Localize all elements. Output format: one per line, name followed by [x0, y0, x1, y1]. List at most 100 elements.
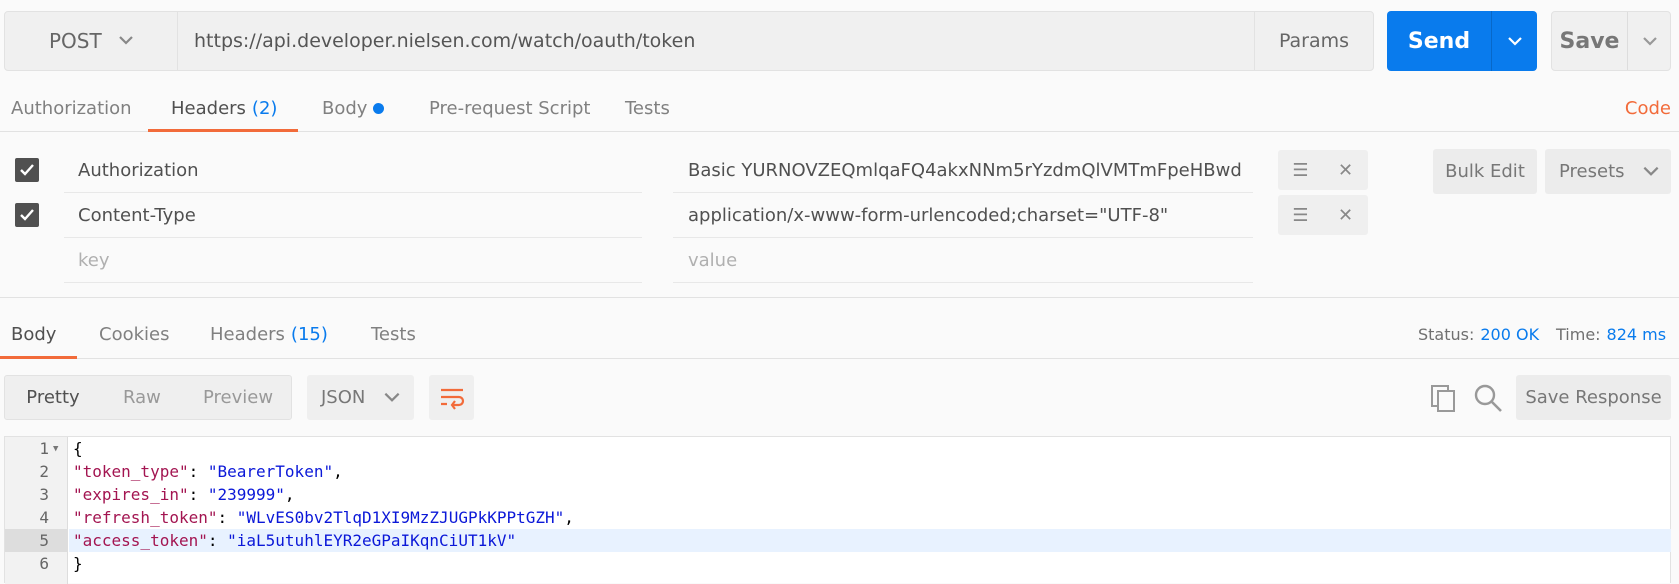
header-key-field[interactable]: Authorization	[64, 148, 642, 193]
new-header-value-input[interactable]: value	[673, 238, 1253, 283]
code-line: "expires_in": "239999",	[73, 485, 295, 504]
body-modified-dot	[373, 102, 385, 114]
time-readout: Time: 824 ms	[1556, 310, 1666, 358]
copy-icon[interactable]	[1428, 382, 1458, 412]
save-button-group: Save	[1551, 11, 1671, 71]
line-number: 3	[39, 485, 49, 504]
tab-authorization[interactable]: Authorization	[11, 84, 132, 132]
header-value: application/x-www-form-urlencoded;charse…	[688, 204, 1169, 226]
url-input[interactable]: https://api.developer.nielsen.com/watch/…	[178, 11, 1254, 71]
code-link[interactable]: Code	[1625, 84, 1671, 132]
active-tab-indicator	[0, 356, 77, 359]
chevron-down-icon	[384, 392, 400, 402]
chevron-down-icon	[119, 36, 133, 45]
tab-pre-request-script[interactable]: Pre-request Script	[429, 84, 590, 132]
line-number: 4	[39, 508, 49, 527]
header-value: Basic YURNOVZEQmlqaFQ4akxNNm5rYzdmQlVMTm…	[688, 159, 1242, 181]
tab-label: Tests	[371, 323, 416, 345]
line-number: 5	[5, 529, 68, 552]
tab-body[interactable]: Body	[322, 84, 385, 132]
time-value: 824 ms	[1606, 324, 1667, 344]
line-number: 1 ▼	[39, 439, 59, 458]
key-placeholder: key	[78, 249, 110, 271]
section-divider	[0, 297, 1679, 298]
header-count: (2)	[251, 97, 278, 119]
chevron-down-icon	[1642, 37, 1657, 46]
line-number: 6	[39, 554, 49, 573]
send-options-button[interactable]	[1491, 11, 1537, 71]
line-number: 2	[39, 462, 49, 481]
method-select[interactable]: POST	[4, 11, 178, 71]
tab-label: Headers	[171, 97, 246, 119]
header-key: Authorization	[78, 159, 199, 181]
header-row: Content-Type application/x-www-form-urle…	[0, 193, 1679, 238]
bulk-edit-button[interactable]: Bulk Edit	[1433, 149, 1537, 194]
wrap-icon	[440, 388, 464, 410]
tab-response-headers[interactable]: Headers (15)	[210, 310, 328, 358]
code-line: "token_type": "BearerToken",	[73, 462, 343, 481]
tab-tests[interactable]: Tests	[625, 84, 670, 132]
view-mode-group: Pretty Raw Preview	[4, 375, 292, 420]
status-readout: Status: 200 OK	[1418, 310, 1539, 358]
save-options-button[interactable]	[1627, 12, 1671, 70]
header-value-field[interactable]: Basic YURNOVZEQmlqaFQ4akxNNm5rYzdmQlVMTm…	[673, 148, 1253, 193]
code-line: "access_token": "iaL5utuhlEYR2eGPaIKqnCi…	[73, 531, 517, 550]
view-raw-button[interactable]: Raw	[123, 376, 161, 419]
active-tab-indicator	[148, 129, 298, 132]
method-label: POST	[49, 29, 102, 53]
code-line: }	[73, 554, 83, 573]
chevron-down-icon	[1643, 166, 1659, 176]
status-label: Status:	[1418, 324, 1475, 344]
tab-test-results[interactable]: Tests	[371, 310, 416, 358]
tab-response-body[interactable]: Body	[11, 310, 56, 358]
row-tools: ☰ ✕	[1278, 150, 1368, 190]
view-preview-button[interactable]: Preview	[203, 376, 273, 419]
wrap-lines-button[interactable]	[429, 375, 474, 420]
chevron-down-icon	[1507, 37, 1522, 46]
header-value-field[interactable]: application/x-www-form-urlencoded;charse…	[673, 193, 1253, 238]
new-header-key-input[interactable]: key	[64, 238, 642, 283]
format-select[interactable]: JSON	[307, 375, 414, 420]
tab-headers[interactable]: Headers (2)	[171, 84, 277, 132]
drag-handle-icon[interactable]: ☰	[1278, 195, 1323, 235]
tab-label: Authorization	[11, 97, 132, 119]
format-label: JSON	[321, 387, 366, 408]
code-line: "refresh_token": "WLvES0bv2TlqD1XI9MzZJU…	[73, 508, 574, 527]
new-header-row: key value	[0, 238, 1679, 283]
request-tabs: Authorization Headers (2) Body Pre-reque…	[0, 84, 1679, 132]
params-label: Params	[1278, 30, 1350, 52]
header-key-field[interactable]: Content-Type	[64, 193, 642, 238]
header-row: Authorization Basic YURNOVZEQmlqaFQ4akxN…	[0, 148, 1679, 193]
close-icon[interactable]: ✕	[1323, 150, 1368, 190]
row-tools: ☰ ✕	[1278, 195, 1368, 235]
tab-label: Body	[322, 97, 368, 119]
search-icon[interactable]	[1472, 382, 1504, 414]
response-body-editor[interactable]: 1 ▼ 2 3 4 5 6 { "token_type": "BearerToke…	[4, 436, 1671, 584]
url-text: https://api.developer.nielsen.com/watch/…	[194, 30, 696, 52]
tab-label: Body	[11, 323, 57, 345]
tab-cookies[interactable]: Cookies	[99, 310, 169, 358]
code-line: {	[73, 439, 83, 458]
tab-label: Headers	[210, 323, 285, 345]
send-button-group: Send	[1387, 11, 1537, 71]
header-key: Content-Type	[78, 204, 196, 226]
view-pretty-button[interactable]: Pretty	[5, 376, 101, 419]
header-count: (15)	[290, 323, 328, 345]
presets-label: Presets	[1559, 161, 1625, 182]
fold-arrow-icon[interactable]: ▼	[53, 444, 58, 454]
status-value: 200 OK	[1480, 324, 1540, 344]
save-button[interactable]: Save	[1552, 12, 1627, 70]
header-enabled-checkbox[interactable]	[15, 203, 39, 227]
drag-handle-icon[interactable]: ☰	[1278, 150, 1323, 190]
tab-label: Cookies	[99, 323, 170, 345]
header-enabled-checkbox[interactable]	[15, 158, 39, 182]
close-icon[interactable]: ✕	[1323, 195, 1368, 235]
send-button[interactable]: Send	[1387, 11, 1491, 71]
params-button[interactable]: Params	[1254, 11, 1374, 71]
presets-dropdown[interactable]: Presets	[1545, 149, 1671, 194]
request-bar: POST https://api.developer.nielsen.com/w…	[4, 11, 1671, 71]
tab-label: Tests	[625, 97, 670, 119]
tab-label: Pre-request Script	[429, 97, 591, 119]
save-response-button[interactable]: Save Response	[1516, 375, 1671, 420]
time-label: Time:	[1556, 324, 1601, 344]
